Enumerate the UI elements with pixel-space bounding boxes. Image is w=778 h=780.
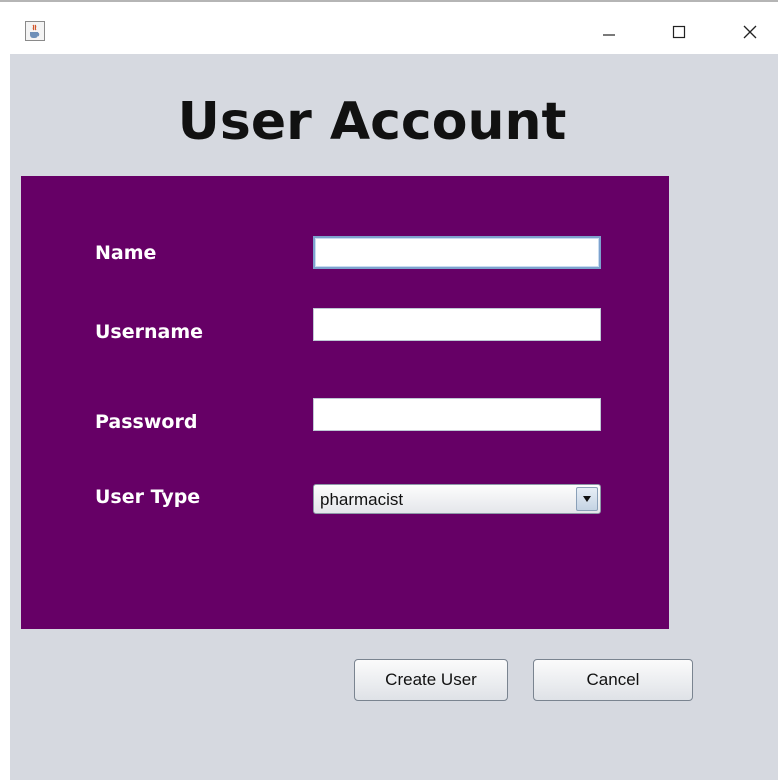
- user-type-select[interactable]: pharmacist: [313, 484, 601, 514]
- password-label: Password: [95, 411, 198, 433]
- username-field[interactable]: [313, 308, 601, 341]
- java-cup-icon: [25, 21, 45, 41]
- maximize-icon: [672, 25, 686, 39]
- maximize-button[interactable]: [656, 14, 702, 50]
- form-panel: Name Username Password User Type pharmac…: [21, 176, 669, 629]
- title-bar: [0, 0, 778, 54]
- username-label: Username: [95, 321, 204, 343]
- password-field[interactable]: [313, 398, 601, 431]
- close-icon: [743, 25, 757, 39]
- user-type-selected-value: pharmacist: [320, 490, 404, 509]
- minimize-icon: [603, 34, 615, 36]
- user-type-label: User Type: [95, 486, 201, 508]
- page-title: User Account: [177, 92, 567, 152]
- dropdown-arrow-button[interactable]: [576, 487, 598, 511]
- cancel-button[interactable]: Cancel: [533, 659, 693, 701]
- minimize-button[interactable]: [586, 14, 632, 50]
- name-label: Name: [95, 242, 157, 264]
- content-area: User Account Name Username Password User…: [10, 54, 778, 780]
- chevron-down-icon: [583, 496, 591, 502]
- app-window: User Account Name Username Password User…: [0, 0, 778, 780]
- name-field[interactable]: [313, 236, 601, 269]
- create-user-button[interactable]: Create User: [354, 659, 508, 701]
- close-button[interactable]: [727, 14, 773, 50]
